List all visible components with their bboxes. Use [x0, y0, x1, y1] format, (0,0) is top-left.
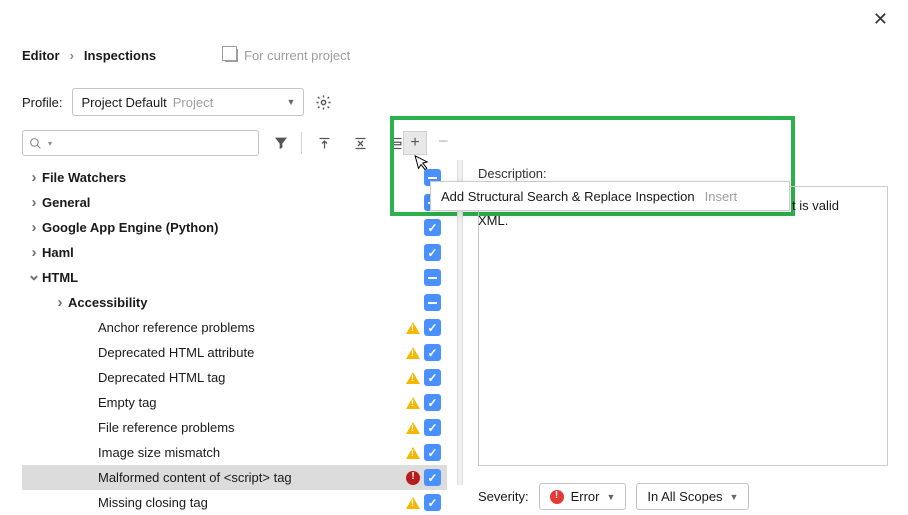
- search-input[interactable]: ▾: [22, 130, 259, 156]
- error-icon: [550, 490, 564, 504]
- warning-icon: [406, 422, 420, 434]
- inspection-checkbox[interactable]: [424, 319, 441, 336]
- scope-select[interactable]: In All Scopes ▼: [636, 483, 749, 510]
- profile-label: Profile:: [22, 95, 62, 110]
- search-history-icon[interactable]: ▾: [48, 139, 52, 148]
- inspection-checkbox[interactable]: [424, 244, 441, 261]
- tree-item-label: Image size mismatch: [98, 445, 447, 460]
- copy-icon: [225, 49, 238, 62]
- severity-label: Severity:: [478, 489, 529, 504]
- tree-item-label: Anchor reference problems: [98, 320, 447, 335]
- toolbar-separator: [301, 132, 302, 154]
- warning-icon: [406, 372, 420, 384]
- chevron-down-icon: ▼: [606, 492, 615, 502]
- severity-select[interactable]: Error ▼: [539, 483, 627, 510]
- gear-icon[interactable]: [314, 93, 332, 111]
- tree-row[interactable]: ⌄HTML: [22, 265, 447, 290]
- chevron-right-icon[interactable]: ›: [52, 294, 68, 311]
- tree-row[interactable]: Malformed content of <script> tag: [22, 465, 447, 490]
- tree-item-label: Deprecated HTML attribute: [98, 345, 447, 360]
- collapse-all-icon[interactable]: [346, 130, 374, 156]
- add-inspection-popup-item[interactable]: Add Structural Search & Replace Inspecti…: [430, 181, 790, 211]
- filter-icon[interactable]: [267, 130, 295, 156]
- description-label: Description:: [478, 166, 547, 181]
- tree-row[interactable]: ›Google App Engine (Python): [22, 215, 447, 240]
- warning-icon: [406, 347, 420, 359]
- inspection-tree[interactable]: ›File Watchers›General›Google App Engine…: [22, 165, 447, 515]
- tree-item-label: Google App Engine (Python): [42, 220, 447, 235]
- chevron-down-icon: ▼: [287, 97, 296, 107]
- tree-row[interactable]: ›General: [22, 190, 447, 215]
- inspection-checkbox[interactable]: [424, 469, 441, 486]
- tree-item-label: General: [42, 195, 447, 210]
- warning-icon: [406, 397, 420, 409]
- warning-icon: [406, 497, 420, 509]
- scope-value: In All Scopes: [647, 489, 722, 504]
- chevron-down-icon: ▼: [730, 492, 739, 502]
- tree-item-label: Empty tag: [98, 395, 447, 410]
- close-icon[interactable]: ✕: [873, 9, 888, 30]
- inspection-checkbox[interactable]: [424, 294, 441, 311]
- tree-item-label: Missing closing tag: [98, 495, 447, 510]
- inspection-checkbox[interactable]: [424, 344, 441, 361]
- warning-icon: [406, 447, 420, 459]
- scope-hint-label: For current project: [244, 48, 350, 63]
- popup-item-label: Add Structural Search & Replace Inspecti…: [441, 189, 695, 204]
- chevron-right-icon[interactable]: ›: [26, 169, 42, 186]
- expand-all-icon[interactable]: [310, 130, 338, 156]
- inspection-checkbox[interactable]: [424, 219, 441, 236]
- popup-item-shortcut: Insert: [705, 189, 738, 204]
- tree-item-label: File reference problems: [98, 420, 447, 435]
- tree-row[interactable]: Missing closing tag: [22, 490, 447, 515]
- tree-item-label: File Watchers: [42, 170, 447, 185]
- tree-row[interactable]: ›Accessibility: [22, 290, 447, 315]
- chevron-right-icon[interactable]: ›: [26, 244, 42, 261]
- tree-row[interactable]: Deprecated HTML attribute: [22, 340, 447, 365]
- scope-hint: For current project: [225, 48, 350, 63]
- inspection-checkbox[interactable]: [424, 394, 441, 411]
- inspection-checkbox[interactable]: [424, 494, 441, 511]
- profile-row: Profile: Project Default Project ▼: [22, 88, 332, 116]
- tree-row[interactable]: Anchor reference problems: [22, 315, 447, 340]
- profile-select[interactable]: Project Default Project ▼: [72, 88, 304, 116]
- inspection-checkbox[interactable]: [424, 269, 441, 286]
- tree-item-label: Accessibility: [68, 295, 447, 310]
- severity-row: Severity: Error ▼ In All Scopes ▼: [478, 483, 749, 510]
- warning-icon: [406, 322, 420, 334]
- chevron-down-icon[interactable]: ⌄: [26, 265, 42, 285]
- inspection-checkbox[interactable]: [424, 369, 441, 386]
- description-box: [478, 186, 888, 466]
- inspection-checkbox[interactable]: [424, 444, 441, 461]
- severity-value: Error: [571, 489, 600, 504]
- inspection-checkbox[interactable]: [424, 419, 441, 436]
- tree-row[interactable]: File reference problems: [22, 415, 447, 440]
- breadcrumb-current: Inspections: [84, 48, 156, 63]
- tree-row[interactable]: Deprecated HTML tag: [22, 365, 447, 390]
- tree-item-label: Haml: [42, 245, 447, 260]
- tree-row[interactable]: ›Haml: [22, 240, 447, 265]
- description-text: t is valid XML.: [792, 198, 887, 228]
- error-icon: [406, 471, 420, 485]
- profile-suffix: Project: [173, 95, 213, 110]
- breadcrumb-parent[interactable]: Editor: [22, 48, 60, 63]
- chevron-right-icon[interactable]: ›: [26, 194, 42, 211]
- search-field[interactable]: [56, 135, 252, 152]
- chevron-right-icon[interactable]: ›: [26, 219, 42, 236]
- profile-value: Project Default: [81, 95, 166, 110]
- tree-row[interactable]: Image size mismatch: [22, 440, 447, 465]
- tree-item-label: Malformed content of <script> tag: [98, 470, 447, 485]
- tree-item-label: Deprecated HTML tag: [98, 370, 447, 385]
- tree-row[interactable]: ›File Watchers: [22, 165, 447, 190]
- remove-inspection-button[interactable]: −: [438, 131, 449, 152]
- breadcrumb: Editor › Inspections: [22, 48, 156, 63]
- breadcrumb-sep-icon: ›: [70, 48, 74, 63]
- tree-toolbar: ▾: [22, 130, 410, 156]
- tree-row[interactable]: Empty tag: [22, 390, 447, 415]
- search-icon: [29, 137, 42, 150]
- tree-item-label: HTML: [42, 270, 447, 285]
